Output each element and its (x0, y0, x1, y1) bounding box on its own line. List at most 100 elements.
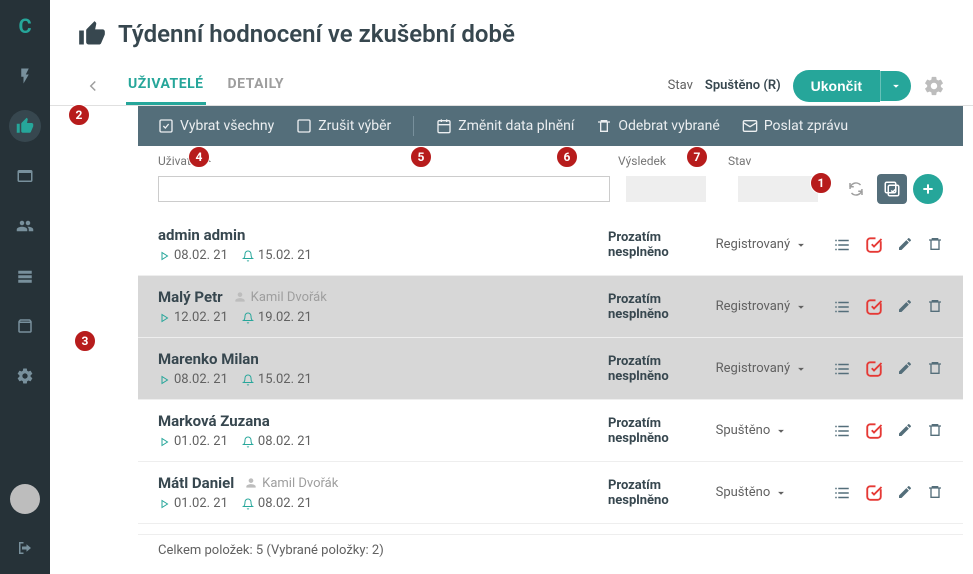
delete-icon[interactable] (927, 360, 943, 378)
row-dates: 12.02. 21 19.02. 21 (158, 310, 608, 325)
reminder-date: 15.02. 21 (242, 248, 312, 263)
row-result: Prozatímnesplněno (608, 416, 716, 446)
sidebar-item-gear[interactable] (9, 360, 41, 392)
row-dates: 08.02. 21 15.02. 21 (158, 248, 608, 263)
main: Týdenní hodnocení ve zkušební době UŽIVA… (50, 0, 973, 574)
list-icon[interactable] (833, 298, 851, 316)
delete-icon[interactable] (927, 484, 943, 502)
row-state-dropdown[interactable]: Registrovaný (716, 299, 833, 314)
select-all-button[interactable]: Vybrat všechny (158, 118, 274, 134)
refresh-button[interactable] (841, 174, 871, 204)
user-filter-input[interactable] (158, 176, 610, 202)
col-header-state[interactable]: Stav (728, 154, 848, 168)
change-dates-label: Změnit data plnění (458, 118, 574, 134)
user-name: Marenko Milan (158, 350, 608, 368)
row-state-dropdown[interactable]: Registrovaný (716, 361, 833, 376)
edit-icon[interactable] (897, 484, 913, 502)
user-row[interactable]: Marenko Milan 08.02. 21 15.02. 21 Prozat… (138, 338, 963, 400)
edit-icon[interactable] (897, 422, 913, 440)
deselect-label: Zrušit výběr (318, 118, 391, 134)
tab-details[interactable]: DETAILY (226, 66, 286, 105)
edit-icon[interactable] (897, 360, 913, 378)
col-header-result[interactable]: Výsledek (618, 154, 728, 168)
marker-6: 6 (556, 146, 578, 168)
delete-icon[interactable] (927, 422, 943, 440)
tabs: UŽIVATELÉ DETAILY (126, 66, 286, 105)
sidebar-item-bolt[interactable] (9, 60, 41, 92)
end-button-dropdown[interactable] (880, 71, 911, 101)
user-name: Mátl DanielKamil Dvořák (158, 474, 608, 492)
deselect-button[interactable]: Zrušit výběr (296, 118, 391, 134)
tab-users[interactable]: UŽIVATELÉ (126, 66, 206, 105)
row-result: Prozatímnesplněno (608, 292, 716, 322)
user-rows: admin admin 08.02. 21 15.02. 21 Prozatím… (138, 214, 963, 524)
row-result: Prozatímnesplněno (608, 478, 716, 508)
marker-7: 7 (686, 146, 708, 168)
end-button-group: Ukončit (793, 70, 911, 102)
user-name: Malý PetrKamil Dvořák (158, 288, 608, 306)
row-dates: 08.02. 21 15.02. 21 (158, 372, 608, 387)
row-main: Marková Zuzana 01.02. 21 08.02. 21 (158, 412, 608, 449)
state-label: Stav (668, 78, 693, 93)
sidebar-item-logout[interactable] (9, 532, 41, 564)
filter-row (138, 170, 963, 214)
col-header-user[interactable]: Uživatel (158, 154, 618, 168)
result-filter-dropdown[interactable] (626, 176, 706, 202)
sidebar-item-card[interactable] (9, 160, 41, 192)
row-result: Prozatímnesplněno (608, 230, 716, 260)
check-icon[interactable] (865, 484, 883, 502)
list-icon[interactable] (833, 484, 851, 502)
send-message-button[interactable]: Poslat zprávu (742, 118, 848, 134)
end-button[interactable]: Ukončit (793, 70, 880, 102)
row-state-dropdown[interactable]: Registrovaný (716, 237, 833, 252)
check-icon[interactable] (865, 298, 883, 316)
row-dates: 01.02. 21 08.02. 21 (158, 496, 608, 511)
start-date: 08.02. 21 (158, 248, 228, 263)
marker-5: 5 (410, 146, 432, 168)
app-logo[interactable]: C (9, 10, 41, 42)
reminder-date: 19.02. 21 (242, 310, 312, 325)
delete-icon[interactable] (927, 298, 943, 316)
row-actions (833, 298, 943, 316)
remove-selected-button[interactable]: Odebrat vybrané (596, 118, 719, 134)
row-state-dropdown[interactable]: Spuštěno (716, 485, 833, 500)
list-icon[interactable] (833, 236, 851, 254)
page-title: Týdenní hodnocení ve zkušební době (118, 20, 515, 48)
row-actions (833, 360, 943, 378)
start-date: 08.02. 21 (158, 372, 228, 387)
list-icon[interactable] (833, 360, 851, 378)
reminder-date: 15.02. 21 (242, 372, 312, 387)
sidebar: C (0, 0, 50, 574)
state-filter-dropdown[interactable] (738, 176, 818, 202)
list-icon[interactable] (833, 422, 851, 440)
remove-selected-label: Odebrat vybrané (618, 118, 719, 134)
send-message-label: Poslat zprávu (764, 118, 848, 134)
user-row[interactable]: Mátl DanielKamil Dvořák 01.02. 21 08.02.… (138, 462, 963, 524)
bulk-check-button[interactable] (877, 174, 907, 204)
sidebar-item-thumb[interactable] (9, 110, 41, 142)
assignee: Kamil Dvořák (244, 476, 338, 491)
subheader: UŽIVATELÉ DETAILY Stav Spuštěno (R) Ukon… (50, 60, 973, 106)
sidebar-avatar[interactable] (10, 484, 40, 514)
add-button[interactable] (913, 174, 943, 204)
back-button[interactable] (78, 71, 108, 101)
edit-icon[interactable] (897, 298, 913, 316)
settings-icon[interactable] (923, 75, 945, 97)
delete-icon[interactable] (927, 236, 943, 254)
sidebar-item-table[interactable] (9, 260, 41, 292)
check-icon[interactable] (865, 236, 883, 254)
user-row[interactable]: Malý PetrKamil Dvořák 12.02. 21 19.02. 2… (138, 276, 963, 338)
sidebar-item-users[interactable] (9, 210, 41, 242)
check-icon[interactable] (865, 422, 883, 440)
row-main: Mátl DanielKamil Dvořák 01.02. 21 08.02.… (158, 474, 608, 511)
row-state-dropdown[interactable]: Spuštěno (716, 423, 833, 438)
reminder-date: 08.02. 21 (242, 496, 312, 511)
check-icon[interactable] (865, 360, 883, 378)
user-row[interactable]: Marková Zuzana 01.02. 21 08.02. 21 Proza… (138, 400, 963, 462)
edit-icon[interactable] (897, 236, 913, 254)
reminder-date: 08.02. 21 (242, 434, 312, 449)
row-actions (833, 236, 943, 254)
user-row[interactable]: admin admin 08.02. 21 15.02. 21 Prozatím… (138, 214, 963, 276)
change-dates-button[interactable]: Změnit data plnění (436, 118, 574, 134)
sidebar-item-archive[interactable] (9, 310, 41, 342)
